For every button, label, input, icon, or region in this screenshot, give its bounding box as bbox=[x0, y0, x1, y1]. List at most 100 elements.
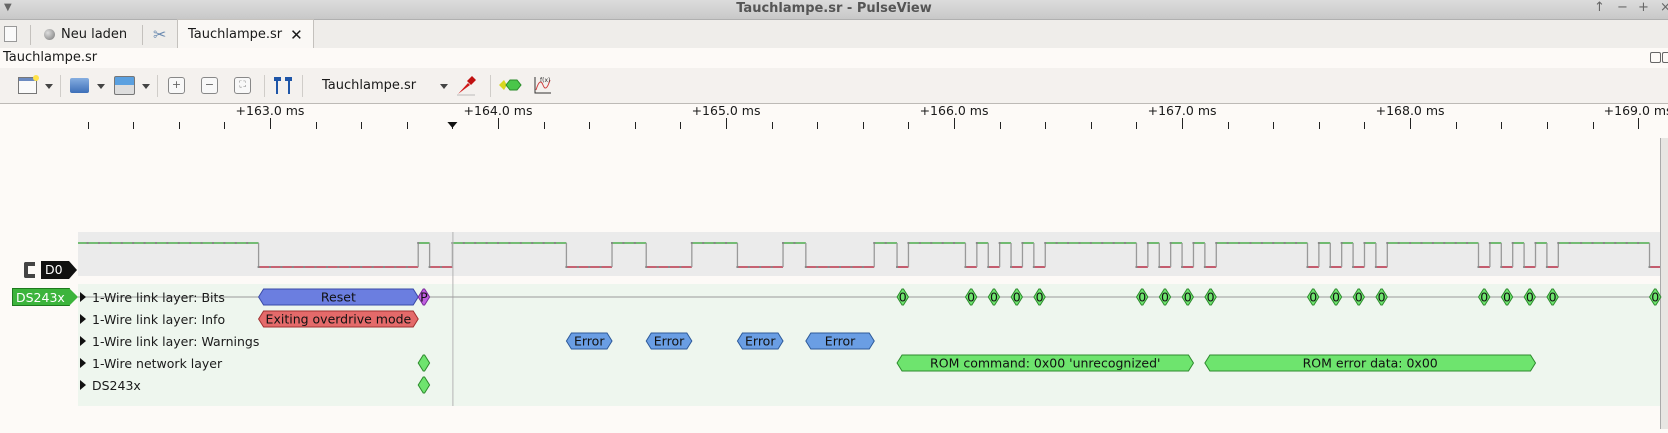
sample-dot bbox=[189, 242, 192, 244]
expand-arrow-icon[interactable] bbox=[80, 380, 86, 390]
annotation-text: 0 bbox=[1549, 290, 1557, 305]
sample-dot bbox=[1135, 266, 1138, 268]
annotation-text: 0 bbox=[1138, 290, 1146, 305]
sample-dot bbox=[1032, 266, 1035, 268]
sample-dot bbox=[588, 266, 591, 268]
sample-dot bbox=[1431, 242, 1434, 244]
sample-dot bbox=[941, 242, 944, 244]
time-ruler[interactable]: +163.0 ms +164.0 ms +165.0 ms +166.0 ms +167… bbox=[0, 103, 1668, 138]
sample-dot bbox=[1591, 242, 1594, 244]
sample-dot bbox=[1454, 242, 1457, 244]
device-selector[interactable]: Tauchlampe.sr bbox=[322, 76, 416, 96]
sample-dot bbox=[782, 242, 785, 244]
trace-canvas[interactable]: Reset P 0 0 0 0 0 0 0 0 0 0 0 0 0 0 0 0 0 0Exiting overdriv… bbox=[0, 138, 1668, 429]
decoder-row-3[interactable]: 1-Wire network layer bbox=[80, 354, 222, 372]
sample-dot bbox=[519, 242, 522, 244]
sample-dot bbox=[930, 242, 933, 244]
dock-float-icon[interactable] bbox=[1650, 52, 1661, 63]
dock-close-icon[interactable] bbox=[1662, 52, 1668, 63]
sample-dot bbox=[668, 266, 671, 268]
window-minimize-icon[interactable]: − bbox=[1617, 0, 1628, 15]
show-cursors-button[interactable] bbox=[272, 74, 294, 96]
new-session-button[interactable] bbox=[18, 74, 39, 96]
sample-dot bbox=[177, 242, 180, 244]
expand-arrow-icon[interactable] bbox=[80, 314, 86, 324]
channel-d0-text: D0 bbox=[45, 262, 63, 277]
cursor-marker-icon bbox=[447, 122, 458, 128]
sample-dot bbox=[348, 266, 351, 268]
sample-dot bbox=[1420, 242, 1423, 244]
decoder-row-2[interactable]: 1-Wire link layer: Warnings bbox=[80, 332, 259, 350]
zoom-fit-button[interactable]: ⛶ bbox=[234, 74, 251, 96]
sample-dot bbox=[1545, 266, 1548, 268]
add-decoder-button[interactable] bbox=[498, 74, 522, 96]
tab-tauchlampe[interactable]: Tauchlampe.sr ✕ bbox=[177, 19, 314, 49]
add-math-signal-button[interactable]: f(x) bbox=[532, 74, 552, 96]
decoder-row-label: 1-Wire link layer: Info bbox=[92, 311, 226, 327]
trace-view[interactable]: Reset P 0 0 0 0 0 0 0 0 0 0 0 0 0 0 0 0 0 0 Exiting overdriv… bbox=[0, 138, 1668, 429]
sample-dot bbox=[1169, 242, 1172, 244]
sample-dot bbox=[417, 242, 420, 244]
window-maximize-icon[interactable]: + bbox=[1638, 0, 1649, 15]
open-button[interactable] bbox=[70, 74, 89, 96]
annotation-text: 0 bbox=[1036, 290, 1044, 305]
sample-dot bbox=[861, 266, 864, 268]
window-keep-above-icon[interactable]: ↑ bbox=[1594, 0, 1605, 15]
sample-dot bbox=[1101, 242, 1104, 244]
annotation: Exiting overdrive mode bbox=[258, 310, 419, 328]
sample-dot bbox=[371, 266, 374, 268]
sample-dot bbox=[1625, 242, 1628, 244]
channel-d0-label[interactable]: D0 bbox=[41, 261, 77, 279]
annotation-text: 0 bbox=[990, 290, 998, 305]
sample-dot bbox=[1226, 242, 1229, 244]
annotation: ROM error data: 0x00 bbox=[1204, 354, 1537, 372]
annotation: ROM command: 0x00 'unrecognized' bbox=[896, 354, 1195, 372]
sample-dot bbox=[1306, 266, 1309, 268]
sample-dot bbox=[690, 242, 693, 244]
device-config-button[interactable] bbox=[455, 74, 477, 96]
decoder-row-1[interactable]: 1-Wire link layer: Info bbox=[80, 310, 225, 328]
sample-dot bbox=[383, 266, 386, 268]
sample-dot bbox=[622, 242, 625, 244]
annotation-text: Error bbox=[654, 334, 685, 349]
sample-dot bbox=[132, 242, 135, 244]
sample-dot bbox=[964, 266, 967, 268]
sample-dot bbox=[211, 242, 214, 244]
sample-dot bbox=[360, 266, 363, 268]
decoder-row-label: 1-Wire link layer: Warnings bbox=[92, 333, 260, 349]
save-dropdown[interactable] bbox=[142, 84, 150, 89]
sample-dot bbox=[1021, 242, 1024, 244]
decoder-row-4[interactable]: DS243x bbox=[80, 376, 141, 394]
new-session-dropdown[interactable] bbox=[45, 84, 53, 89]
zoom-in-button[interactable]: + bbox=[168, 74, 185, 96]
sample-dot bbox=[1192, 242, 1195, 244]
new-tab-button[interactable] bbox=[4, 20, 17, 48]
sample-dot bbox=[1067, 242, 1070, 244]
window-close-icon[interactable]: × bbox=[1660, 0, 1668, 15]
sample-dot bbox=[1614, 242, 1617, 244]
expand-arrow-icon[interactable] bbox=[80, 336, 86, 346]
settings-tools-icon[interactable]: ✂ bbox=[153, 20, 166, 48]
annotation-text: ROM command: 0x00 'unrecognized' bbox=[930, 356, 1160, 371]
device-dropdown[interactable] bbox=[440, 84, 448, 89]
probe-icon bbox=[457, 76, 476, 96]
sample-dot bbox=[497, 242, 500, 244]
zoom-out-button[interactable]: − bbox=[201, 74, 218, 96]
decoder-row-label: DS243x bbox=[92, 377, 141, 393]
decoder-row-0[interactable]: 1-Wire link layer: Bits bbox=[80, 288, 225, 306]
sample-dot bbox=[1158, 266, 1161, 268]
expand-arrow-icon[interactable] bbox=[80, 292, 86, 302]
new-session-icon bbox=[18, 74, 39, 94]
decoder-ds243x-label[interactable]: DS243x bbox=[12, 288, 78, 306]
sample-dot bbox=[1203, 266, 1206, 268]
sample-dot bbox=[154, 242, 157, 244]
expand-arrow-icon[interactable] bbox=[80, 358, 86, 368]
sample-dot bbox=[1112, 242, 1115, 244]
sample-dot bbox=[1568, 242, 1571, 244]
close-tab-icon[interactable]: ✕ bbox=[290, 26, 303, 44]
sample-dot bbox=[303, 266, 306, 268]
reload-button[interactable]: Neu laden bbox=[44, 20, 127, 48]
save-button[interactable] bbox=[114, 74, 135, 96]
open-dropdown[interactable] bbox=[97, 84, 105, 89]
ruler-label: +163.0 ms bbox=[235, 103, 305, 118]
